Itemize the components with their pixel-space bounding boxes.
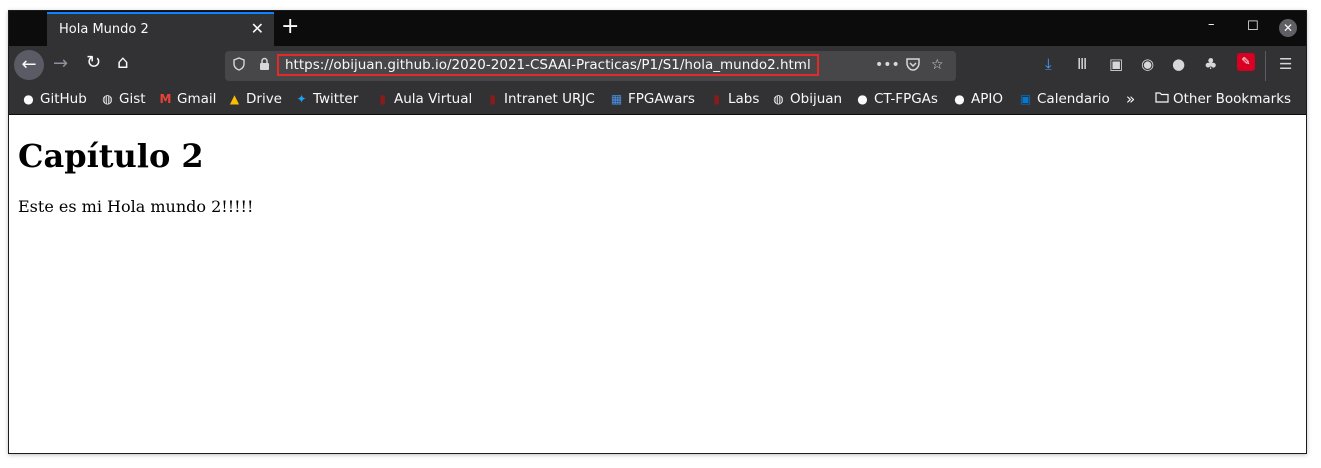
bookmark-twitter[interactable]: ✦ Twitter xyxy=(294,91,358,107)
red-extension-icon[interactable]: ✎ xyxy=(1237,53,1255,71)
tab-close-icon[interactable]: ✕ xyxy=(251,19,264,38)
library-icon[interactable]: Ⅲ xyxy=(1077,55,1087,73)
bookmark-calendario[interactable]: ▣ Calendario xyxy=(1018,91,1110,107)
pocket-icon[interactable] xyxy=(905,57,921,75)
page-paragraph: Este es mi Hola mundo 2!!!!! xyxy=(18,197,254,216)
drive-icon: ▲ xyxy=(229,92,240,106)
forward-button[interactable]: → xyxy=(53,53,68,74)
back-button[interactable]: ← xyxy=(14,50,44,80)
globe-icon: ◍ xyxy=(102,92,113,106)
globe-icon: ◍ xyxy=(773,92,784,106)
navigation-toolbar: ← → ↻ ⌂ https://obijuan.github.io/2020-2… xyxy=(9,46,1306,86)
urjc-icon: ▮ xyxy=(713,92,720,106)
minimize-icon[interactable]: – xyxy=(1208,17,1215,32)
new-tab-button[interactable]: + xyxy=(281,14,299,39)
page-actions-icon[interactable]: ••• xyxy=(875,57,900,73)
github-icon: ● xyxy=(954,92,965,106)
tab-hola-mundo-2[interactable]: Hola Mundo 2 ✕ xyxy=(47,12,274,46)
bookmark-fpgawars[interactable]: ▦ FPGAwars xyxy=(609,91,695,107)
fpgawars-icon: ▦ xyxy=(610,92,623,106)
url-bar[interactable]: https://obijuan.github.io/2020-2021-CSAA… xyxy=(225,51,956,81)
bookmark-apio[interactable]: ● APIO xyxy=(952,91,1003,107)
bookmark-gmail[interactable]: M Gmail xyxy=(158,91,217,107)
lock-icon[interactable] xyxy=(259,57,270,75)
bookmark-aula-virtual[interactable]: ▮ Aula Virtual xyxy=(375,91,472,107)
url-input[interactable]: https://obijuan.github.io/2020-2021-CSAA… xyxy=(277,54,819,76)
github-icon: ● xyxy=(23,92,34,106)
bookmark-obijuan[interactable]: ◍ Obijuan xyxy=(771,91,842,107)
tab-bar: Hola Mundo 2 ✕ + – ☐ ✕ xyxy=(9,11,1306,46)
gnome-extension-icon[interactable]: ♣ xyxy=(1204,55,1217,73)
bookmark-github[interactable]: ● GitHub xyxy=(21,91,87,107)
github-icon: ● xyxy=(857,92,868,106)
bookmarks-toolbar: ● GitHub ◍ Gist M Gmail ▲ Drive ✦ Twitter ▮ Au… xyxy=(9,86,1306,115)
folder-icon xyxy=(1154,91,1169,106)
account-icon[interactable]: ◉ xyxy=(1141,55,1154,73)
bookmark-gist[interactable]: ◍ Gist xyxy=(100,91,145,107)
page-content: Capítulo 2 Este es mi Hola mundo 2!!!!! xyxy=(9,115,1306,453)
urjc-icon: ▮ xyxy=(379,92,386,106)
bookmark-intranet-urjc[interactable]: ▮ Intranet URJC xyxy=(485,91,595,107)
maximize-icon[interactable]: ☐ xyxy=(1247,19,1259,34)
twitter-icon: ✦ xyxy=(296,92,307,106)
tracking-shield-icon[interactable] xyxy=(233,57,245,75)
bookmark-labs[interactable]: ▮ Labs xyxy=(709,91,759,107)
download-icon[interactable]: ⤓ xyxy=(1045,55,1052,73)
urjc-icon: ▮ xyxy=(489,92,496,106)
toolbar-separator xyxy=(1265,51,1266,81)
github-extension-icon[interactable]: ● xyxy=(1172,55,1185,73)
bookmark-drive[interactable]: ▲ Drive xyxy=(227,91,282,107)
close-window-icon[interactable]: ✕ xyxy=(1279,19,1297,37)
other-bookmarks-folder[interactable]: Other Bookmarks xyxy=(1154,91,1291,107)
bookmark-star-icon[interactable]: ☆ xyxy=(931,57,944,73)
tab-title: Hola Mundo 2 xyxy=(59,22,149,37)
bookmarks-overflow-icon[interactable]: » xyxy=(1126,90,1135,108)
bookmark-ct-fpgas[interactable]: ● CT-FPGAs xyxy=(855,91,938,107)
home-button[interactable]: ⌂ xyxy=(117,52,128,73)
page-heading: Capítulo 2 xyxy=(18,137,204,175)
outlook-icon: ▣ xyxy=(1019,92,1032,106)
gmail-icon: M xyxy=(159,92,172,106)
reload-button[interactable]: ↻ xyxy=(86,52,101,73)
sidebar-icon[interactable]: ▣ xyxy=(1109,55,1123,73)
hamburger-menu-icon[interactable]: ☰ xyxy=(1279,55,1292,73)
browser-window: Hola Mundo 2 ✕ + – ☐ ✕ ← → ↻ ⌂ https://o… xyxy=(8,10,1307,454)
